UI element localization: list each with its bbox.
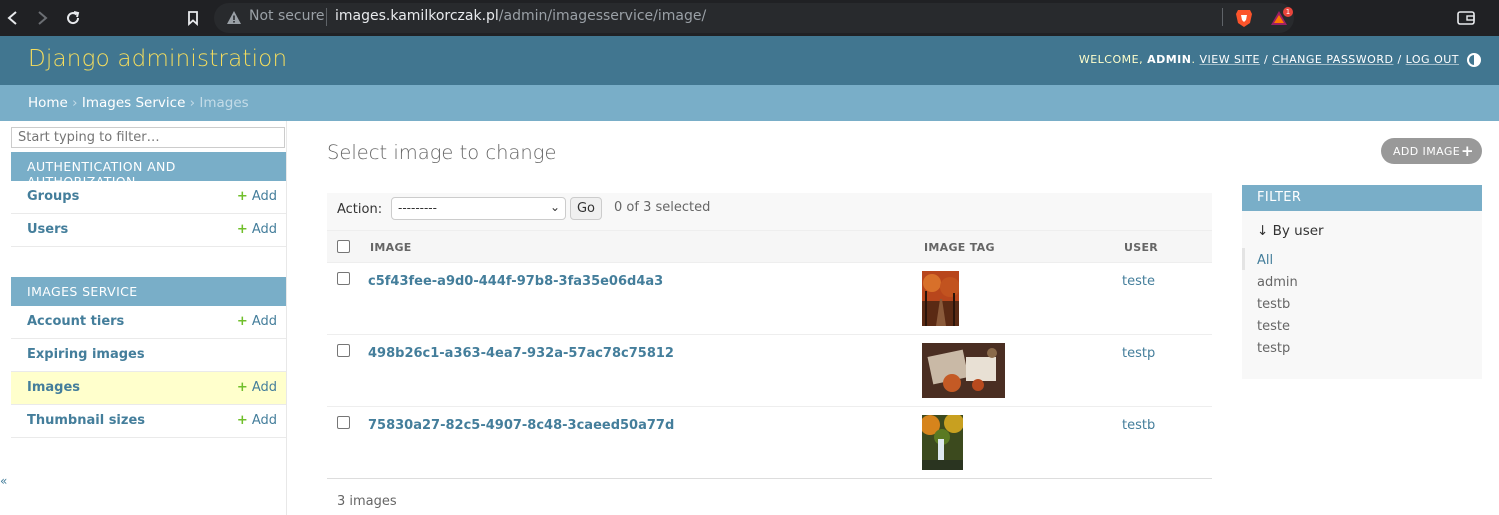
user-tools: WELCOME, ADMIN. VIEW SITE / CHANGE PASSW…	[1078, 53, 1459, 66]
url-path: /admin/imagesservice/image/	[498, 8, 707, 24]
column-header-user[interactable]: USER	[1124, 241, 1158, 254]
user-link[interactable]: teste	[1122, 274, 1155, 289]
bookmark-icon[interactable]	[183, 8, 203, 28]
rewards-badge: 1	[1283, 7, 1293, 17]
log-out-link[interactable]: LOG OUT	[1406, 53, 1459, 66]
sidebar-item-users[interactable]: Users + Add	[11, 214, 286, 247]
image-tag-thumbnail	[922, 415, 963, 470]
image-link[interactable]: c5f43fee-a9d0-444f-97b8-3fa35e06d4a3	[368, 274, 663, 289]
wallet-icon[interactable]	[1457, 10, 1475, 26]
extension-divider	[1222, 8, 1223, 26]
filter-by-user-toggle[interactable]: ↓ By user	[1257, 223, 1324, 239]
plus-icon: +	[236, 413, 248, 428]
forward-icon[interactable]	[32, 8, 52, 28]
breadcrumb: Home › Images Service › Images	[0, 85, 1499, 121]
image-tag-thumbnail	[922, 343, 1005, 398]
filter-option-testb[interactable]: testb	[1257, 297, 1290, 312]
row-checkbox[interactable]	[337, 344, 350, 357]
result-count: 3 images	[337, 494, 397, 509]
user-link[interactable]: testp	[1122, 346, 1155, 361]
user-link[interactable]: testb	[1122, 418, 1155, 433]
breadcrumb-current: Images	[199, 95, 249, 111]
app-caption-auth[interactable]: AUTHENTICATION AND AUTHORIZATION	[11, 152, 286, 189]
plus-icon: +	[1461, 142, 1474, 160]
back-icon[interactable]	[3, 8, 23, 28]
row-checkbox[interactable]	[337, 416, 350, 429]
url-host: images.kamilkorczak.pl	[335, 8, 499, 24]
warning-icon[interactable]	[226, 10, 242, 26]
image-link[interactable]: 75830a27-82c5-4907-8c48-3caeed50a77d	[368, 418, 674, 433]
sidebar-item-label[interactable]: Thumbnail sizes	[27, 413, 145, 428]
selected-count: 0 of 3 selected	[614, 200, 711, 215]
admin-header: Django administration WELCOME, ADMIN. VI…	[0, 36, 1499, 85]
plus-icon: +	[236, 189, 248, 204]
add-image-button[interactable]: ADD IMAGE +	[1381, 138, 1482, 164]
plus-icon: +	[236, 380, 248, 395]
row-checkbox[interactable]	[337, 272, 350, 285]
add-users-link[interactable]: + Add	[237, 222, 277, 237]
table-row: 498b26c1-a363-4ea7-932a-57ac78c75812 tes…	[327, 335, 1212, 407]
selected-indicator	[1242, 248, 1245, 270]
url-divider	[326, 8, 327, 26]
plus-icon: +	[236, 222, 248, 237]
filter-option-admin[interactable]: admin	[1257, 275, 1298, 290]
sidebar-item-groups[interactable]: Groups + Add	[11, 181, 286, 214]
sidebar-item-expiring-images[interactable]: Expiring images	[11, 339, 286, 372]
add-account-tiers-link[interactable]: + Add	[237, 314, 277, 329]
select-all-checkbox[interactable]	[337, 240, 350, 253]
action-select-value: ---------	[398, 201, 437, 215]
not-secure-label[interactable]: Not secure	[249, 8, 325, 24]
welcome-text: WELCOME,	[1078, 53, 1144, 66]
brave-shields-icon[interactable]	[1235, 8, 1253, 28]
column-header-image-tag: IMAGE TAG	[924, 241, 995, 254]
image-tag-thumbnail	[922, 271, 959, 326]
page-title: Select image to change	[327, 141, 557, 164]
plus-icon: +	[236, 314, 248, 329]
sidebar-item-thumbnail-sizes[interactable]: Thumbnail sizes + Add	[11, 405, 286, 438]
action-label: Action:	[337, 202, 383, 217]
table-row: 75830a27-82c5-4907-8c48-3caeed50a77d tes…	[327, 407, 1212, 479]
sidebar-collapse-toggle[interactable]: «	[0, 474, 7, 488]
view-site-link[interactable]: VIEW SITE	[1199, 53, 1260, 66]
nav-sidebar: AUTHENTICATION AND AUTHORIZATION Groups …	[10, 121, 287, 515]
reload-icon[interactable]	[63, 8, 83, 28]
add-images-link[interactable]: + Add	[237, 380, 277, 395]
column-header-image[interactable]: IMAGE	[370, 241, 412, 254]
browser-toolbar: Not secure images.kamilkorczak.pl/admin/…	[0, 0, 1499, 36]
site-branding[interactable]: Django administration	[28, 46, 287, 72]
sidebar-item-label[interactable]: Expiring images	[27, 347, 145, 362]
sidebar-item-label[interactable]: Groups	[27, 189, 79, 204]
theme-toggle-icon[interactable]	[1467, 53, 1481, 67]
nav-filter-input[interactable]	[11, 127, 285, 148]
sidebar-item-images[interactable]: Images + Add	[11, 372, 286, 405]
sidebar-item-account-tiers[interactable]: Account tiers + Add	[11, 306, 286, 339]
actions-bar: Action: --------- ⌄ Go 0 of 3 selected	[327, 193, 1212, 230]
sidebar-item-label[interactable]: Account tiers	[27, 314, 124, 329]
action-select[interactable]: --------- ⌄	[391, 197, 566, 220]
changelist-filter: FILTER ↓ By user All admin testb teste t…	[1242, 185, 1482, 379]
chevron-down-icon: ⌄	[549, 200, 560, 214]
add-image-label: ADD IMAGE	[1393, 145, 1461, 158]
filter-title: FILTER	[1242, 185, 1482, 211]
change-password-link[interactable]: CHANGE PASSWORD	[1272, 53, 1393, 66]
filter-option-all[interactable]: All	[1257, 253, 1273, 268]
sidebar-item-label[interactable]: Users	[27, 222, 68, 237]
filter-option-testp[interactable]: testp	[1257, 341, 1290, 356]
paginator: 3 images	[327, 478, 1212, 509]
url-text[interactable]: images.kamilkorczak.pl/admin/imagesservi…	[335, 8, 706, 24]
breadcrumb-app[interactable]: Images Service	[82, 95, 186, 111]
username: ADMIN	[1147, 53, 1192, 66]
add-thumbnail-sizes-link[interactable]: + Add	[237, 413, 277, 428]
go-button[interactable]: Go	[570, 197, 602, 220]
add-groups-link[interactable]: + Add	[237, 189, 277, 204]
image-link[interactable]: 498b26c1-a363-4ea7-932a-57ac78c75812	[368, 346, 674, 361]
breadcrumb-home[interactable]: Home	[28, 95, 68, 111]
table-header: IMAGE IMAGE TAG USER	[327, 230, 1212, 263]
sidebar-item-label[interactable]: Images	[27, 380, 80, 395]
table-row: c5f43fee-a9d0-444f-97b8-3fa35e06d4a3 tes…	[327, 263, 1212, 335]
filter-option-teste[interactable]: teste	[1257, 319, 1290, 334]
app-caption-images-service[interactable]: IMAGES SERVICE	[11, 277, 286, 306]
